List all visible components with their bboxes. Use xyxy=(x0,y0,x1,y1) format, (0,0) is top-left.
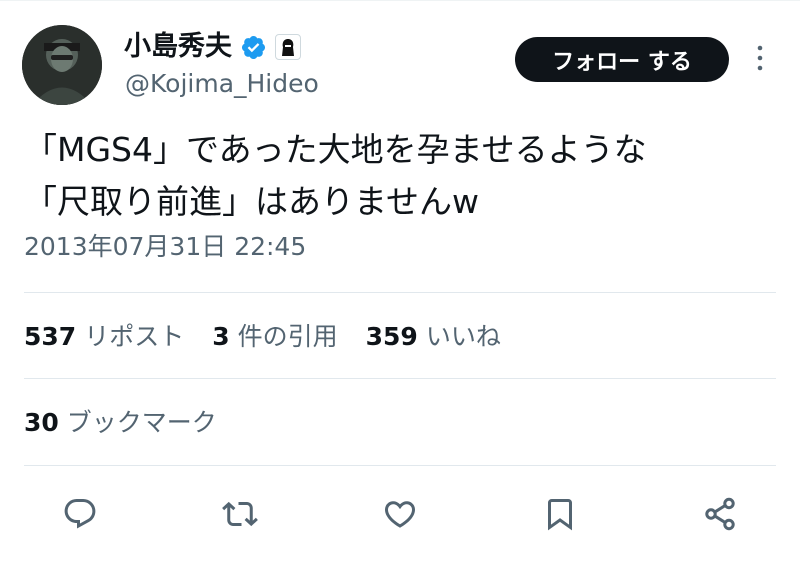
engagement-stats: 537 リポスト 3 件の引用 359 いいね xyxy=(24,320,501,354)
likes-count: 359 xyxy=(365,322,418,351)
share-icon xyxy=(705,497,735,531)
likes-stat[interactable]: 359 いいね xyxy=(366,320,501,354)
follow-button[interactable]: フォロー する xyxy=(515,37,729,82)
tweet-text-line: 「MGS4」であった大地を孕ませるような xyxy=(24,130,647,169)
bookmark-button[interactable] xyxy=(538,492,582,536)
likes-label: いいね xyxy=(425,322,501,351)
repost-button[interactable] xyxy=(218,492,262,536)
tweet-timestamp[interactable]: 2013年07月31日 22:45 xyxy=(24,230,306,264)
like-button[interactable] xyxy=(378,492,422,536)
bookmarks-label: ブックマーク xyxy=(66,408,217,437)
quotes-label: 件の引用 xyxy=(237,322,338,351)
divider xyxy=(24,292,776,293)
affiliate-badge-icon[interactable] xyxy=(275,34,301,60)
divider xyxy=(24,378,776,379)
bookmarks-stat[interactable]: 30 ブックマーク xyxy=(24,406,217,440)
quotes-stat[interactable]: 3 件の引用 xyxy=(212,320,337,354)
avatar-image xyxy=(22,25,102,105)
author-handle[interactable]: @Kojima_Hideo xyxy=(125,68,319,100)
reply-icon xyxy=(64,499,96,529)
display-name[interactable]: 小島秀夫 xyxy=(124,30,232,64)
reposts-count: 537 xyxy=(24,322,77,351)
author-name-row[interactable]: 小島秀夫 xyxy=(124,30,301,64)
bookmark-icon xyxy=(548,499,572,531)
repost-icon xyxy=(222,501,258,527)
tweet-text: 「MGS4」であった大地を孕ませるような 「尺取り前進」はありませんw xyxy=(24,124,784,228)
avatar[interactable] xyxy=(22,25,102,105)
reply-button[interactable] xyxy=(58,492,102,536)
bookmarks-count: 30 xyxy=(24,408,59,437)
share-button[interactable] xyxy=(698,492,742,536)
reposts-stat[interactable]: 537 リポスト xyxy=(24,320,184,354)
top-divider xyxy=(0,0,800,1)
divider xyxy=(24,465,776,466)
more-vertical-icon[interactable] xyxy=(752,42,768,74)
tweet-text-line: 「尺取り前進」はありませんw xyxy=(24,182,479,221)
verified-badge-icon xyxy=(241,35,266,59)
quotes-count: 3 xyxy=(212,322,230,351)
heart-icon xyxy=(384,501,416,528)
reposts-label: リポスト xyxy=(84,322,185,351)
